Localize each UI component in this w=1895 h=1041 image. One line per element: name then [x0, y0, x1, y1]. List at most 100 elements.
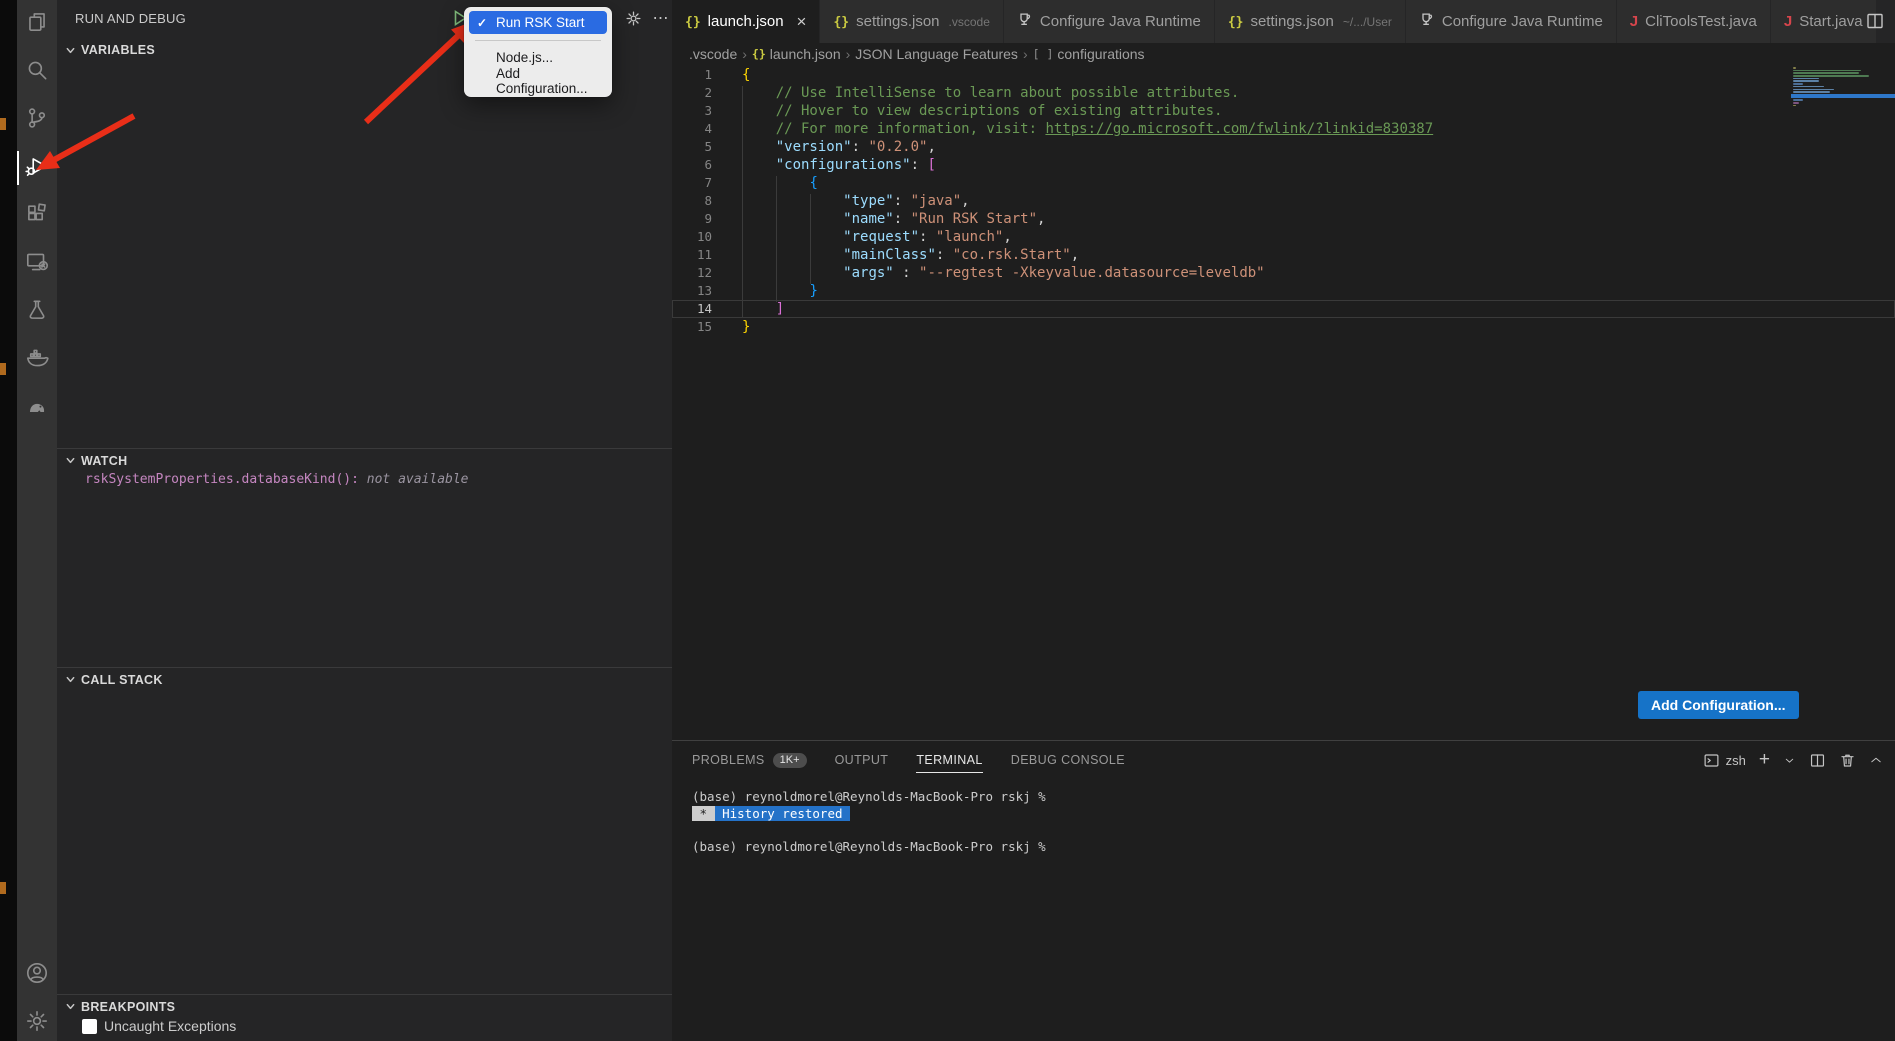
code-line-12[interactable]: 12 "args" : "--regtest -Xkeyvalue.dataso…	[672, 264, 1895, 282]
terminal-line: * History restored	[692, 806, 1046, 823]
activity-item-testing[interactable]	[17, 288, 57, 336]
activity-item-search[interactable]	[17, 48, 57, 96]
tab-description: .vscode	[949, 15, 990, 29]
close-icon[interactable]: ×	[797, 13, 807, 30]
section-label-breakpoints: BREAKPOINTS	[81, 1000, 175, 1014]
code-line-9[interactable]: 9 "name": "Run RSK Start",	[672, 210, 1895, 228]
activity-item-docker[interactable]	[17, 336, 57, 384]
section-header-watch[interactable]: WATCH	[57, 448, 672, 472]
breakpoint-checkbox[interactable]	[82, 1019, 97, 1034]
kill-terminal-icon[interactable]	[1839, 752, 1856, 769]
panel-tab-debug-console[interactable]: DEBUG CONSOLE	[1011, 741, 1125, 779]
bottom-panel: PROBLEMS1K+ OUTPUT TERMINAL DEBUG CONSOLE z…	[672, 740, 1895, 1041]
panel-tab-terminal[interactable]: TERMINAL	[916, 741, 982, 779]
menu-item-run-rsk-start[interactable]: ✓Run RSK Start	[469, 11, 607, 34]
maximize-panel-icon[interactable]	[1869, 753, 1883, 767]
terminal-dropdown-chevron-icon[interactable]	[1783, 754, 1796, 767]
code-line-14[interactable]: 14 ]	[672, 300, 1895, 318]
tab-description: ~/.../User	[1343, 15, 1392, 29]
tab-configure-java-runtime[interactable]: Configure Java Runtime	[1406, 0, 1617, 43]
minimap-line	[1793, 70, 1861, 72]
code-line-7[interactable]: 7 {	[672, 174, 1895, 192]
code-text: "args" : "--regtest -Xkeyvalue.datasourc…	[742, 264, 1265, 282]
minimap-line	[1793, 78, 1819, 80]
terminal-line: (base) reynoldmorel@Reynolds-MacBook-Pro…	[692, 839, 1046, 856]
breadcrumb-label: launch.json	[770, 46, 841, 62]
chevron-down-icon	[62, 453, 78, 469]
breakpoint-row[interactable]: Uncaught Exceptions	[82, 1018, 236, 1034]
minimap-line	[1793, 102, 1799, 104]
line-number: 6	[672, 156, 712, 174]
debug-gear-icon[interactable]	[623, 8, 643, 28]
terminal-shell-label: zsh	[1726, 753, 1746, 768]
code-line-5[interactable]: 5 "version": "0.2.0",	[672, 138, 1895, 156]
activity-item-remote-explorer[interactable]	[17, 240, 57, 288]
code-line-4[interactable]: 4 // For more information, visit: https:…	[672, 120, 1895, 138]
terminal-output[interactable]: (base) reynoldmorel@Reynolds-MacBook-Pro…	[692, 789, 1046, 855]
terminal-shell-picker[interactable]: zsh	[1703, 752, 1746, 769]
code-line-11[interactable]: 11 "mainClass": "co.rsk.Start",	[672, 246, 1895, 264]
breadcrumb-label: JSON Language Features	[855, 46, 1018, 62]
code-line-2[interactable]: 2 // Use IntelliSense to learn about pos…	[672, 84, 1895, 102]
section-header-call-stack[interactable]: CALL STACK	[57, 667, 672, 691]
remote-explorer-icon	[24, 249, 50, 280]
code-line-1[interactable]: 1{	[672, 66, 1895, 84]
line-number: 5	[672, 138, 712, 156]
line-number: 4	[672, 120, 712, 138]
breadcrumb-item-configurations[interactable]: [ ]configurations	[1033, 46, 1145, 62]
panel-tab-output[interactable]: OUTPUT	[835, 741, 889, 779]
watch-expression-row[interactable]: rskSystemProperties.databaseKind(): not …	[85, 472, 469, 487]
menu-item-add-configuration-[interactable]: Add Configuration...	[469, 69, 607, 92]
code-text: "configurations": [	[742, 156, 936, 174]
checkmark-icon: ✓	[477, 16, 487, 30]
code-line-10[interactable]: 10 "request": "launch",	[672, 228, 1895, 246]
sidebar-more-actions-icon[interactable]: ⋯	[651, 8, 671, 28]
section-label-watch: WATCH	[81, 454, 127, 468]
section-header-breakpoints[interactable]: BREAKPOINTS	[57, 994, 672, 1018]
activity-item-settings[interactable]	[17, 999, 57, 1041]
editor-tab-bar: {}launch.json×{}settings.json.vscodeConf…	[672, 0, 1895, 43]
breadcrumb-item-launch-json[interactable]: {} launch.json	[752, 46, 841, 62]
breadcrumb-item-json-language-features[interactable]: JSON Language Features	[855, 46, 1018, 62]
background-mark	[0, 882, 6, 894]
tab-configure-java-runtime[interactable]: Configure Java Runtime	[1004, 0, 1215, 43]
json-icon: {}	[752, 47, 766, 61]
java-file-icon: J	[1784, 13, 1792, 31]
new-terminal-icon[interactable]: +	[1759, 750, 1770, 769]
code-editor[interactable]: 1{2 // Use IntelliSense to learn about p…	[672, 64, 1895, 740]
code-text: "name": "Run RSK Start",	[742, 210, 1045, 228]
sidebar-title: RUN AND DEBUG	[75, 11, 186, 26]
editor-group: {}launch.json×{}settings.json.vscodeConf…	[672, 0, 1895, 1041]
tab-settings-json[interactable]: {}settings.json.vscode	[820, 0, 1003, 43]
terminal-line: (base) reynoldmorel@Reynolds-MacBook-Pro…	[692, 789, 1046, 806]
code-line-8[interactable]: 8 "type": "java",	[672, 192, 1895, 210]
tab-launch-json[interactable]: {}launch.json×	[672, 0, 820, 43]
activity-item-source-control[interactable]	[17, 96, 57, 144]
line-number: 9	[672, 210, 712, 228]
code-line-15[interactable]: 15}	[672, 318, 1895, 336]
activity-item-gradle[interactable]	[17, 384, 57, 432]
minimap[interactable]	[1793, 67, 1871, 107]
activity-item-accounts[interactable]	[17, 951, 57, 999]
split-editor-icon[interactable]	[1865, 11, 1885, 36]
panel-tab-problems[interactable]: PROBLEMS1K+	[692, 741, 807, 779]
activity-item-extensions[interactable]	[17, 192, 57, 240]
json-file-icon: {}	[833, 13, 849, 31]
tab-label: Configure Java Runtime	[1442, 13, 1603, 30]
java-file-icon: J	[1630, 13, 1638, 31]
code-line-6[interactable]: 6 "configurations": [	[672, 156, 1895, 174]
panel-actions: zsh +	[1703, 741, 1883, 779]
split-terminal-icon[interactable]	[1809, 752, 1826, 769]
code-line-3[interactable]: 3 // Hover to view descriptions of exist…	[672, 102, 1895, 120]
breadcrumb-item--vscode[interactable]: .vscode	[689, 46, 737, 62]
tab-settings-json[interactable]: {}settings.json~/.../User	[1215, 0, 1406, 43]
activity-item-run-and-debug[interactable]	[17, 144, 57, 192]
tab-start-java[interactable]: JStart.java	[1771, 0, 1877, 43]
minimap-line	[1793, 105, 1796, 107]
activity-item-explorer[interactable]	[17, 0, 57, 48]
code-line-13[interactable]: 13 }	[672, 282, 1895, 300]
panel-tab-label: OUTPUT	[835, 753, 889, 767]
menu-item-label: Add Configuration...	[496, 66, 607, 96]
add-configuration-button[interactable]: Add Configuration...	[1638, 691, 1799, 719]
tab-clitoolstest-java[interactable]: JCliToolsTest.java	[1617, 0, 1771, 43]
